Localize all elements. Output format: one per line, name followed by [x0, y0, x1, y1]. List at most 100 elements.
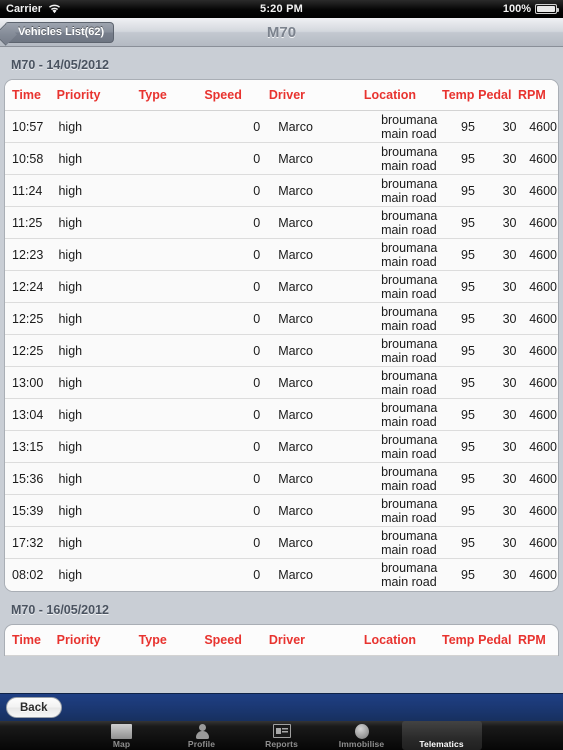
tab-map[interactable]: Map — [82, 721, 162, 750]
cell-temp: 95 — [461, 407, 475, 422]
cell-driver: Marco — [278, 375, 313, 390]
cell-driver: Marco — [278, 215, 313, 230]
back-button[interactable]: Back — [6, 697, 62, 718]
nav-back-button[interactable]: Vehicles List(62) — [5, 21, 115, 43]
cell-rpm: 4600 — [529, 183, 558, 198]
cell-priority: high — [58, 471, 83, 486]
cell-temp: 95 — [461, 183, 475, 198]
cell-temp: 95 — [461, 343, 475, 358]
table-row[interactable]: 10:57 high 0 Marco broumana main road 95 30 460… — [5, 111, 558, 143]
section-header-1: M70 - 16/05/2012 — [11, 603, 109, 617]
cell-time: 17:32 — [12, 535, 44, 550]
cell-speed: 0 — [253, 215, 261, 230]
cell-time: 11:24 — [12, 183, 43, 198]
cell-priority: high — [58, 279, 83, 294]
table-body-0: 10:57 high 0 Marco broumana main road 95 30 460… — [5, 111, 558, 591]
tab-immobilise[interactable]: Immobilise — [322, 721, 402, 750]
cell-time: 13:00 — [12, 375, 44, 390]
tab-reports[interactable]: Reports — [242, 721, 322, 750]
cell-driver: Marco — [278, 247, 313, 262]
cell-temp: 95 — [461, 247, 475, 262]
cell-rpm: 4600 — [529, 471, 558, 486]
cell-temp: 95 — [461, 215, 475, 230]
cell-speed: 0 — [253, 119, 261, 134]
column-header-temp: Temp — [442, 633, 475, 647]
table-row[interactable]: 11:24 high 0 Marco broumana main road 95 30 460… — [5, 175, 558, 207]
cell-time: 10:58 — [12, 151, 44, 166]
events-table-1: Time Priority Type Speed Driver Location… — [4, 624, 559, 656]
column-header-driver: Driver — [268, 88, 306, 102]
table-row[interactable]: 17:32 high 0 Marco broumana main road 95 30 460… — [5, 527, 558, 559]
status-bar: Carrier 5:20 PM 100% — [0, 0, 563, 18]
tab-label: Telematics — [419, 739, 464, 749]
cell-pedal: 30 — [502, 343, 517, 358]
table-row[interactable]: 12:25 high 0 Marco broumana main road 95 30 460… — [5, 303, 558, 335]
table-row[interactable]: 12:24 high 0 Marco broumana main road 95 30 460… — [5, 271, 558, 303]
cell-speed: 0 — [253, 407, 261, 422]
table-row[interactable]: 13:00 high 0 Marco broumana main road 95 30 460… — [5, 367, 558, 399]
table-row[interactable]: 15:39 high 0 Marco broumana main road 95 30 460… — [5, 495, 558, 527]
table-row[interactable]: 13:15 high 0 Marco broumana main road 95 30 460… — [5, 431, 558, 463]
cell-temp: 95 — [461, 535, 475, 550]
tab-label: Profile — [187, 739, 216, 749]
table-row[interactable]: 12:23 high 0 Marco broumana main road 95 30 460… — [5, 239, 558, 271]
cell-time: 12:25 — [12, 311, 44, 326]
table-row[interactable]: 11:25 high 0 Marco broumana main road 95 30 460… — [5, 207, 558, 239]
cell-rpm: 4600 — [529, 119, 558, 134]
table-row[interactable]: 10:58 high 0 Marco broumana main road 95 30 460… — [5, 143, 558, 175]
battery-percent-label: 100% — [502, 3, 531, 15]
telematics-list[interactable]: M70 - 14/05/2012 Time Priority Type Spee… — [0, 47, 563, 721]
table-header-row: Time Priority Type Speed Driver Location… — [5, 625, 558, 656]
table-row[interactable]: 12:25 high 0 Marco broumana main road 95 30 460… — [5, 335, 558, 367]
cell-driver: Marco — [278, 311, 313, 326]
cell-speed: 0 — [253, 183, 261, 198]
cell-location: broumana main road — [381, 528, 438, 557]
cell-driver: Marco — [278, 407, 313, 422]
column-header-priority: Priority — [56, 633, 101, 647]
map-icon — [111, 723, 132, 739]
table-row[interactable]: 08:02 high 0 Marco broumana main road 95 30 460… — [5, 559, 558, 591]
cell-time: 15:39 — [12, 503, 44, 518]
cell-priority: high — [58, 375, 83, 390]
cell-temp: 95 — [461, 119, 475, 134]
cell-pedal: 30 — [502, 311, 517, 326]
tab-telematics[interactable]: Telematics — [401, 721, 482, 750]
cell-driver: Marco — [278, 183, 313, 198]
tab-label: Immobilise — [338, 739, 385, 749]
cell-time: 10:57 — [12, 119, 44, 134]
status-bar-clock: 5:20 PM — [260, 3, 303, 15]
cell-speed: 0 — [253, 375, 261, 390]
app-screen: Carrier 5:20 PM 100% Vehicles List(62) M… — [0, 0, 563, 750]
column-header-speed: Speed — [204, 88, 242, 102]
cell-priority: high — [58, 343, 83, 358]
cell-speed: 0 — [253, 279, 261, 294]
cell-location: broumana main road — [381, 432, 438, 461]
cell-driver: Marco — [278, 535, 313, 550]
cell-temp: 95 — [461, 279, 475, 294]
cell-location: broumana main road — [381, 561, 438, 589]
cell-speed: 0 — [253, 535, 261, 550]
cell-priority: high — [58, 151, 83, 166]
cell-speed: 0 — [253, 471, 261, 486]
cell-speed: 0 — [253, 311, 261, 326]
cell-temp: 95 — [461, 471, 475, 486]
cell-driver: Marco — [278, 279, 313, 294]
tab-profile[interactable]: Profile — [162, 721, 242, 750]
cell-priority: high — [58, 568, 83, 582]
cell-driver: Marco — [278, 471, 313, 486]
events-table-0: Time Priority Type Speed Driver Location… — [4, 79, 559, 592]
cell-pedal: 30 — [502, 568, 517, 582]
cell-location: broumana main road — [381, 304, 438, 333]
cell-location: broumana main road — [381, 272, 438, 301]
cell-rpm: 4600 — [529, 503, 558, 518]
table-row[interactable]: 13:04 high 0 Marco broumana main road 95 30 460… — [5, 399, 558, 431]
nav-back-label: Vehicles List(62) — [18, 26, 105, 38]
cell-priority: high — [58, 503, 83, 518]
table-row[interactable]: 15:36 high 0 Marco broumana main road 95 30 460… — [5, 463, 558, 495]
navigation-bar: Vehicles List(62) M70 — [0, 18, 563, 47]
cell-driver: Marco — [278, 568, 313, 582]
column-header-pedal: Pedal — [478, 633, 512, 647]
battery-icon — [535, 4, 559, 14]
circle-icon — [354, 723, 369, 739]
cell-pedal: 30 — [502, 215, 517, 230]
